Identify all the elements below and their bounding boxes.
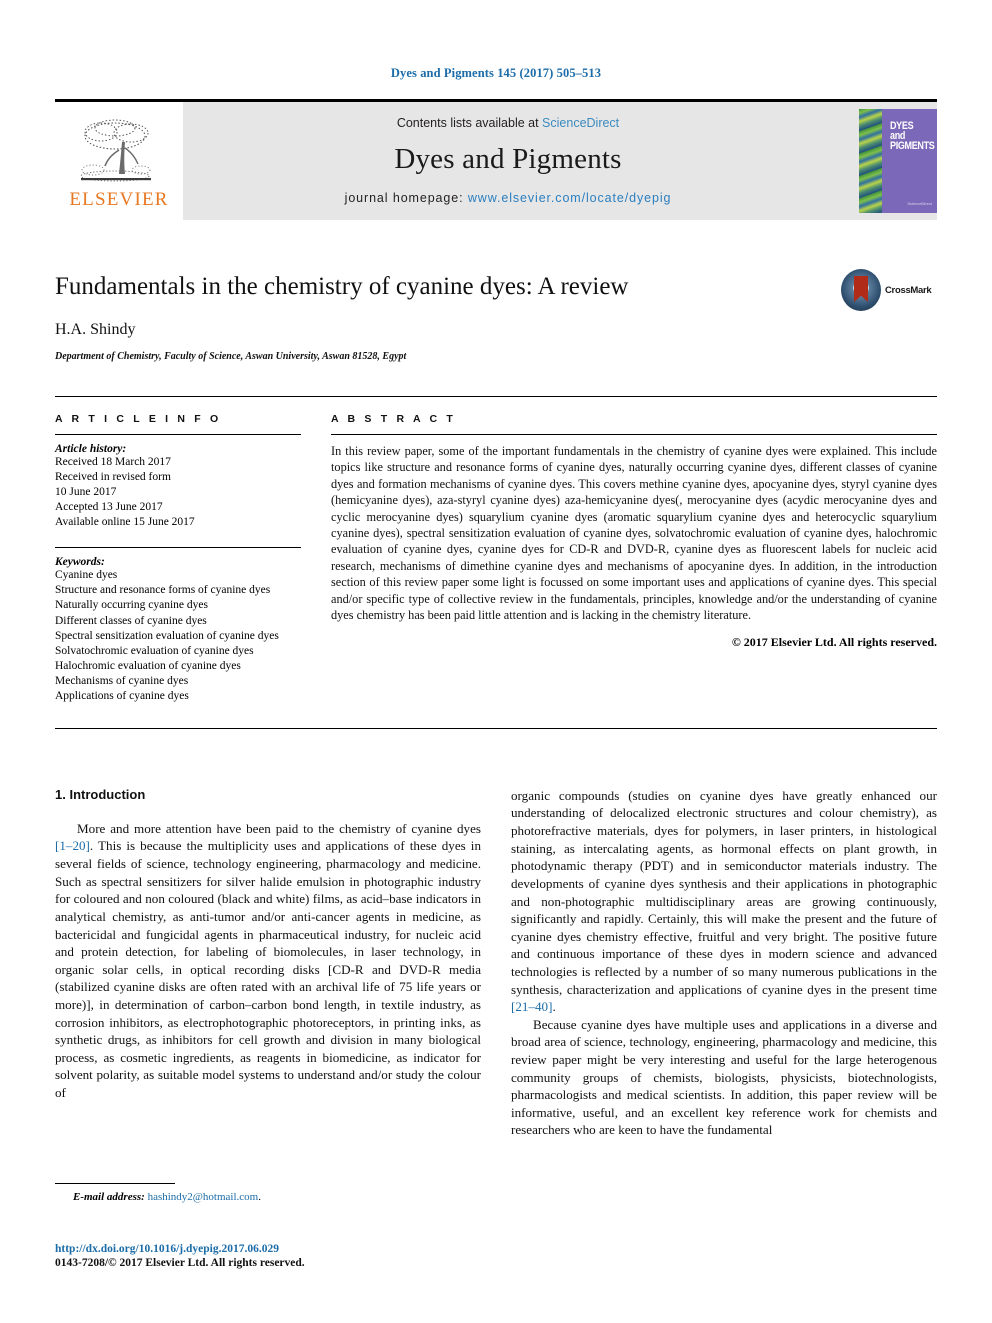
journal-cover-thumbnail: DYES and PIGMENTS ScienceDirect	[859, 109, 937, 213]
keyword-item: Solvatochromic evaluation of cyanine dye…	[55, 644, 254, 657]
doi-link[interactable]: http://dx.doi.org/10.1016/j.dyepig.2017.…	[55, 1243, 495, 1255]
intro-text-b: . This is because the multiplicity uses …	[55, 838, 481, 1101]
keywords-block: Keywords: Cyanine dyes Structure and res…	[55, 547, 301, 704]
keyword-item: Halochromic evaluation of cyanine dyes	[55, 659, 241, 672]
article-page: Dyes and Pigments 145 (2017) 505–513 ELS…	[0, 0, 992, 1323]
sciencedirect-link[interactable]: ScienceDirect	[542, 116, 619, 130]
history-item: Available online 15 June 2017	[55, 516, 195, 529]
doi-block: http://dx.doi.org/10.1016/j.dyepig.2017.…	[55, 1243, 495, 1269]
running-head: Dyes and Pigments 145 (2017) 505–513	[390, 66, 602, 80]
elsevier-wordmark: ELSEVIER	[69, 188, 169, 210]
masthead-center: Contents lists available at ScienceDirec…	[183, 102, 833, 220]
journal-masthead: ELSEVIER Contents lists available at Sci…	[55, 99, 937, 220]
author-list: H.A. Shindy	[55, 320, 136, 338]
article-info-column: A R T I C L E I N F O Article history: R…	[55, 413, 301, 704]
contents-available-line: Contents lists available at ScienceDirec…	[397, 116, 619, 130]
citation-link-1-20[interactable]: [1–20]	[55, 838, 90, 853]
divider	[331, 434, 937, 435]
info-abstract-section: A R T I C L E I N F O Article history: R…	[55, 396, 937, 729]
crossmark-icon	[841, 269, 881, 311]
email-label: E-mail address:	[73, 1191, 145, 1203]
intro-text-a: More and more attention have been paid t…	[77, 820, 481, 836]
keyword-item: Spectral sensitization evaluation of cya…	[55, 629, 279, 642]
keyword-item: Cyanine dyes	[55, 569, 118, 582]
footnote-block: E-mail address: hashindy2@hotmail.com.	[55, 1183, 481, 1203]
cover-art-strip	[859, 109, 882, 213]
journal-homepage-link[interactable]: www.elsevier.com/locate/dyepig	[468, 191, 671, 205]
affiliation: Department of Chemistry, Faculty of Scie…	[55, 350, 407, 362]
crossmark-label: CrossMark	[885, 284, 932, 296]
cover-title-text: DYES and PIGMENTS	[890, 120, 935, 152]
cover-publisher-mark: ScienceDirect	[907, 201, 932, 206]
abstract-heading: A B S T R A C T	[331, 413, 456, 425]
contents-prefix: Contents lists available at	[396, 115, 543, 130]
intro-paragraph-left: More and more attention have been paid t…	[55, 820, 481, 1102]
article-info-heading: A R T I C L E I N F O	[55, 413, 222, 425]
elsevier-logo: ELSEVIER	[55, 102, 183, 220]
abstract-text: In this review paper, some of the import…	[331, 444, 937, 623]
abstract-column: A B S T R A C T In this review paper, so…	[331, 413, 937, 704]
email-footnote: E-mail address: hashindy2@hotmail.com.	[55, 1191, 481, 1203]
footnote-divider	[55, 1183, 175, 1184]
history-item: Received 18 March 2017	[55, 456, 171, 468]
intro-right-text-b: .	[552, 999, 556, 1015]
title-block: Fundamentals in the chemistry of cyanine…	[55, 269, 937, 368]
body-column-left: 1. Introduction More and more attention …	[55, 787, 481, 1139]
keywords-label: Keywords:	[55, 556, 105, 569]
journal-homepage-line: journal homepage: www.elsevier.com/locat…	[345, 191, 672, 205]
issn-copyright: 0143-7208/© 2017 Elsevier Ltd. All right…	[55, 1257, 305, 1269]
body-column-right: organic compounds (studies on cyanine dy…	[511, 787, 937, 1139]
keyword-item: Mechanisms of cyanine dyes	[55, 674, 189, 687]
homepage-prefix: journal homepage:	[344, 190, 468, 205]
keyword-item: Structure and resonance forms of cyanine…	[55, 584, 271, 597]
page-title: Fundamentals in the chemistry of cyanine…	[55, 273, 629, 300]
email-link[interactable]: hashindy2@hotmail.com	[148, 1191, 259, 1203]
email-suffix: .	[258, 1191, 261, 1203]
keyword-item: Different classes of cyanine dyes	[55, 614, 207, 627]
article-history-label: Article history:	[55, 443, 127, 455]
journal-title: Dyes and Pigments	[394, 142, 622, 175]
intro-paragraph-right-2: Because cyanine dyes have multiple uses …	[511, 1016, 937, 1138]
keyword-item: Applications of cyanine dyes	[55, 689, 189, 702]
masthead-right: DYES and PIGMENTS ScienceDirect	[833, 102, 937, 220]
divider	[55, 434, 301, 435]
citation-link-21-40[interactable]: [21–40]	[511, 999, 552, 1014]
intro-right-text-a: organic compounds (studies on cyanine dy…	[511, 787, 937, 997]
introduction-heading: 1. Introduction	[55, 786, 146, 802]
intro-paragraph-right-1: organic compounds (studies on cyanine dy…	[511, 787, 937, 1016]
divider	[55, 547, 301, 549]
history-item: 10 June 2017	[55, 486, 117, 499]
history-item: Accepted 13 June 2017	[55, 501, 163, 514]
crossmark-badge-group[interactable]: CrossMark	[841, 268, 937, 312]
history-item: Received in revised form	[55, 471, 171, 484]
elsevier-tree-icon	[75, 116, 163, 188]
body-columns: 1. Introduction More and more attention …	[55, 787, 937, 1139]
keyword-item: Naturally occurring cyanine dyes	[55, 599, 208, 612]
abstract-copyright: © 2017 Elsevier Ltd. All rights reserved…	[731, 635, 937, 650]
